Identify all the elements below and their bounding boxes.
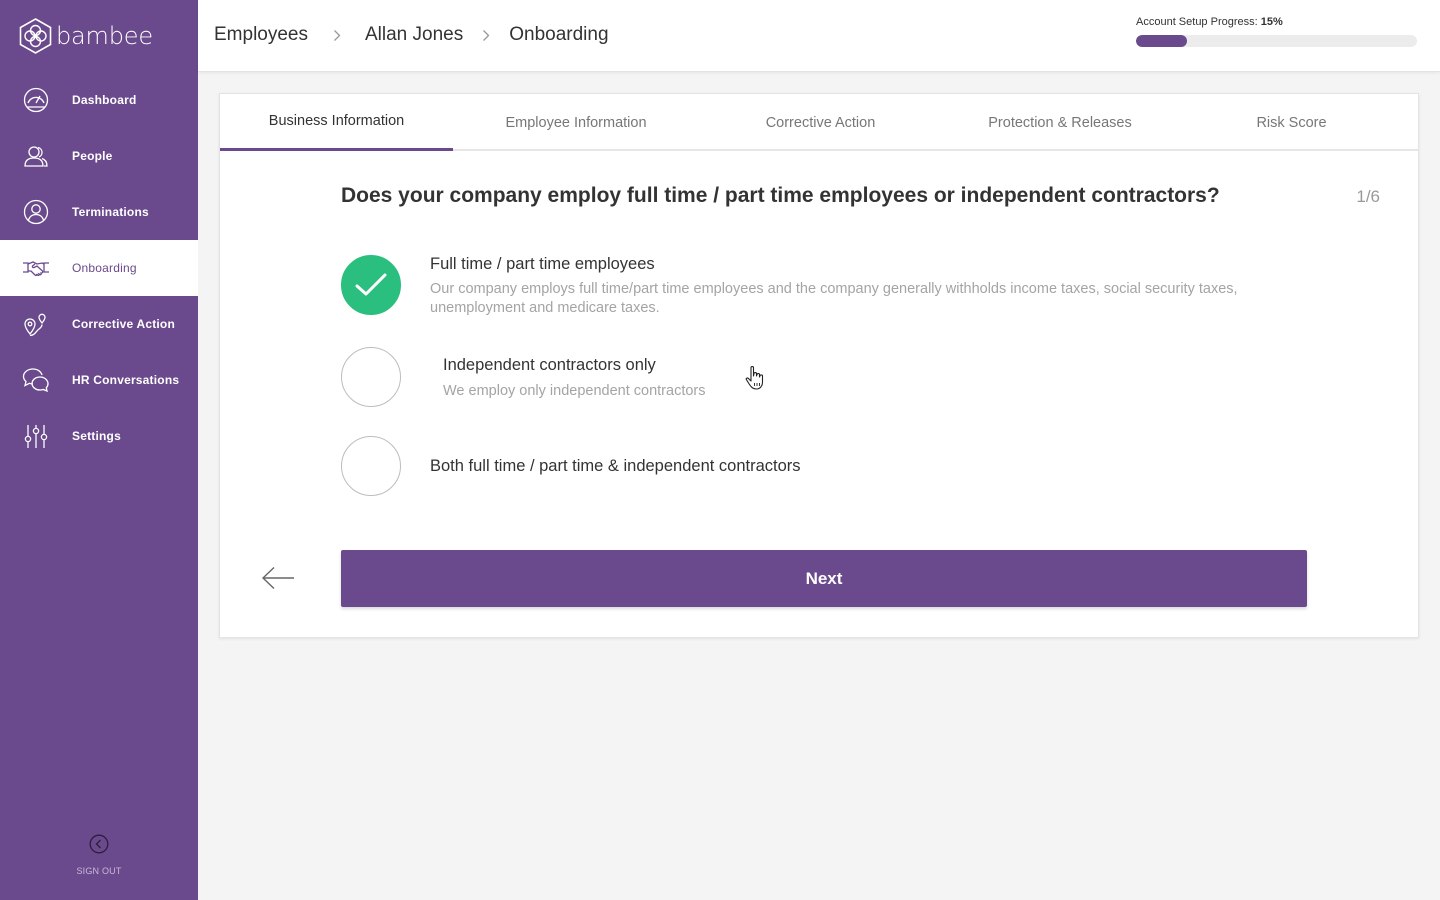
option-title: Independent contractors only (443, 356, 656, 374)
step-counter: 1/6 (1356, 187, 1380, 206)
breadcrumb-employees[interactable]: Employees (214, 24, 308, 46)
chat-bubbles-icon (22, 366, 50, 394)
radio-unselected[interactable] (341, 347, 401, 407)
progress-value: 15% (1260, 16, 1283, 28)
handshake-icon (22, 254, 50, 282)
chevron-left-circle-icon (89, 834, 109, 854)
sidebar-item-label: Settings (72, 429, 121, 443)
breadcrumb-current-page: Onboarding (509, 24, 609, 45)
option-title: Both full time / part time & independent… (430, 457, 801, 475)
sidebar-item-dashboard[interactable]: Dashboard (0, 72, 198, 128)
radio-unselected[interactable] (341, 436, 401, 496)
sidebar-item-settings[interactable]: Settings (0, 408, 198, 464)
sidebar-item-label: Terminations (72, 205, 149, 219)
person-circle-icon (22, 198, 50, 226)
hand-cursor-icon (744, 365, 768, 396)
sidebar-item-label: Dashboard (72, 93, 137, 107)
location-pins-icon (22, 310, 50, 338)
option-description: We employ only independent contractors (443, 383, 706, 399)
sidebar-item-label: People (72, 149, 113, 163)
breadcrumb: Employees Allan Jones Onboarding (214, 24, 609, 46)
bambee-logo-icon (19, 18, 52, 54)
sidebar-item-corrective-action[interactable]: Corrective Action (0, 296, 198, 352)
sidebar-item-hr-conversations[interactable]: HR Conversations (0, 352, 198, 408)
gauge-icon (22, 86, 50, 114)
option-title: Full time / part time employees (430, 255, 655, 273)
sidebar-item-people[interactable]: People (0, 128, 198, 184)
tab-corrective-action[interactable]: Corrective Action (699, 94, 942, 151)
people-icon (22, 142, 50, 170)
sliders-icon (22, 422, 50, 450)
option-description: Our company employs full time/part time … (430, 281, 1238, 316)
chevron-right-icon (463, 29, 509, 42)
sidebar-nav: Dashboard People Terminations Onboarding… (0, 72, 198, 464)
chevron-right-icon (308, 29, 365, 42)
logo-text: bambee (56, 22, 153, 50)
top-header: Employees Allan Jones Onboarding Account… (198, 0, 1440, 72)
tab-bar: Business Information Employee Informatio… (220, 94, 1418, 151)
sidebar: bambee Dashboard People Terminations Onb… (0, 0, 198, 900)
bambee-logo[interactable]: bambee (18, 18, 153, 54)
onboarding-card: Business Information Employee Informatio… (219, 93, 1419, 638)
option-full-part-time[interactable]: Full time / part time employees Our comp… (341, 255, 1311, 319)
sidebar-item-label: HR Conversations (72, 373, 180, 387)
tab-business-information[interactable]: Business Information (220, 94, 453, 151)
account-setup-progress: Account Setup Progress: 15% (1136, 16, 1417, 47)
option-both[interactable]: Both full time / part time & independent… (341, 436, 861, 498)
next-button[interactable]: Next (341, 550, 1307, 607)
sidebar-item-terminations[interactable]: Terminations (0, 184, 198, 240)
tab-employee-information[interactable]: Employee Information (453, 94, 699, 151)
sidebar-item-onboarding[interactable]: Onboarding (0, 240, 198, 296)
arrow-left-icon (261, 566, 294, 590)
sidebar-item-label: Corrective Action (72, 317, 175, 331)
checkmark-icon (355, 273, 387, 296)
sign-out-label: SIGN OUT (76, 866, 122, 876)
progress-bar (1136, 35, 1417, 47)
option-independent-contractors[interactable]: Independent contractors only We employ o… (341, 347, 741, 409)
breadcrumb-employee-name[interactable]: Allan Jones (365, 24, 463, 46)
progress-bar-fill (1136, 35, 1187, 47)
progress-label: Account Setup Progress: 15% (1136, 16, 1283, 28)
tab-protection-releases[interactable]: Protection & Releases (942, 94, 1178, 151)
tab-risk-score[interactable]: Risk Score (1178, 94, 1405, 151)
sidebar-item-label: Onboarding (72, 261, 137, 275)
sign-out-button[interactable]: SIGN OUT (0, 834, 198, 876)
question-text: Does your company employ full time / par… (341, 184, 1220, 207)
back-button[interactable] (261, 566, 295, 595)
radio-selected[interactable] (341, 255, 401, 315)
